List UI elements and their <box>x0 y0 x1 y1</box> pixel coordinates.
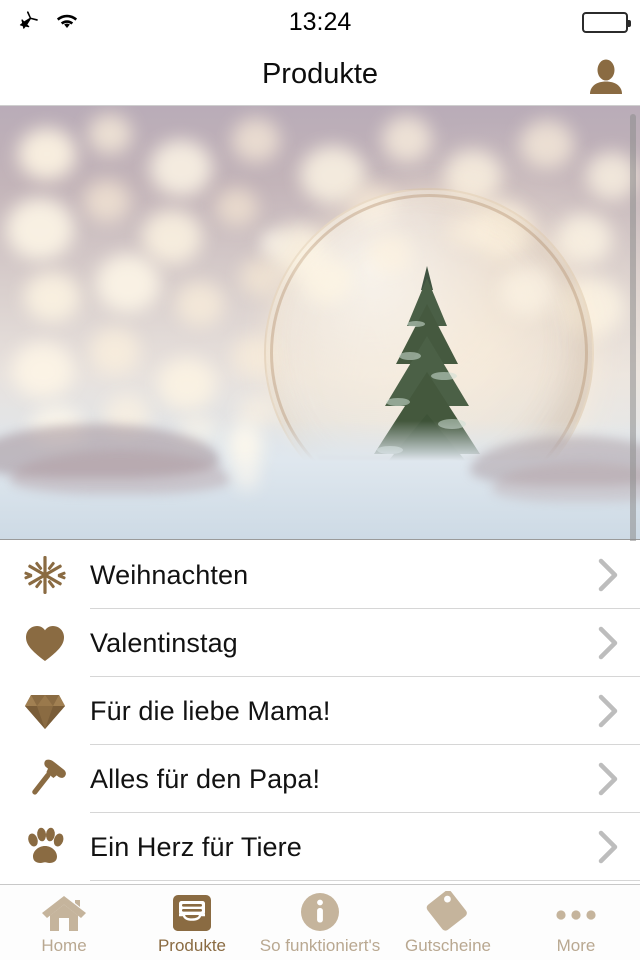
tab-label: More <box>556 936 596 955</box>
chevron-right-icon <box>578 558 640 592</box>
heart-icon <box>0 609 90 677</box>
list-separator <box>90 880 640 881</box>
snowflake-icon <box>0 541 90 609</box>
tab-label: So funktioniert's <box>259 936 381 955</box>
hammer-icon <box>0 745 90 813</box>
tab-home[interactable]: Home <box>0 885 128 960</box>
list-item[interactable]: Weihnachten <box>0 541 640 609</box>
page-title: Produkte <box>261 58 379 90</box>
more-dots-icon <box>552 893 600 933</box>
tab-so-funktionierts[interactable]: So funktioniert's <box>256 885 384 960</box>
tab-label: Home <box>41 936 87 955</box>
battery-full-icon <box>582 11 631 33</box>
info-circle-icon <box>299 893 341 933</box>
chevron-right-icon <box>578 694 640 728</box>
list-item-label: Weihnachten <box>90 559 249 590</box>
navigation-bar: Produkte <box>0 44 640 106</box>
app-screen: 13:24 Produkte Weihnachten Valentinstag … <box>0 0 640 960</box>
tab-gutscheine[interactable]: Gutscheine <box>384 885 512 960</box>
tab-bar: Home Produkte So funktioniert's Gutschei… <box>0 884 640 960</box>
list-item-label: Alles für den Papa! <box>90 763 321 794</box>
status-bar-clock: 13:24 <box>288 7 352 36</box>
hero-banner[interactable] <box>0 106 640 540</box>
tab-label: Gutscheine <box>405 936 491 955</box>
paw-print-icon <box>0 813 90 881</box>
list-item-label: Ein Herz für Tiere <box>90 831 302 862</box>
list-item[interactable]: Ein Herz für Tiere <box>0 813 640 881</box>
vertical-scrollbar[interactable] <box>630 114 636 580</box>
chevron-right-icon <box>578 626 640 660</box>
list-item-label: Valentinstag <box>90 627 238 658</box>
user-avatar-icon[interactable] <box>586 58 626 94</box>
status-bar-right <box>582 0 631 44</box>
tab-more[interactable]: More <box>512 885 640 960</box>
list-item-label: Für die liebe Mama! <box>90 695 331 726</box>
list-item[interactable]: Alles für den Papa! <box>0 745 640 813</box>
chevron-right-icon <box>578 830 640 864</box>
diamond-icon <box>0 677 90 745</box>
chevron-right-icon <box>578 762 640 796</box>
tab-produkte[interactable]: Produkte <box>128 885 256 960</box>
products-icon <box>170 893 214 933</box>
status-bar: 13:24 <box>0 0 640 44</box>
tab-label: Produkte <box>157 936 227 955</box>
tag-icon <box>426 891 470 933</box>
list-item[interactable]: Für die liebe Mama! <box>0 677 640 745</box>
category-list: Weihnachten Valentinstag Für die liebe M… <box>0 541 640 881</box>
list-item[interactable]: Valentinstag <box>0 609 640 677</box>
home-icon <box>41 893 87 933</box>
